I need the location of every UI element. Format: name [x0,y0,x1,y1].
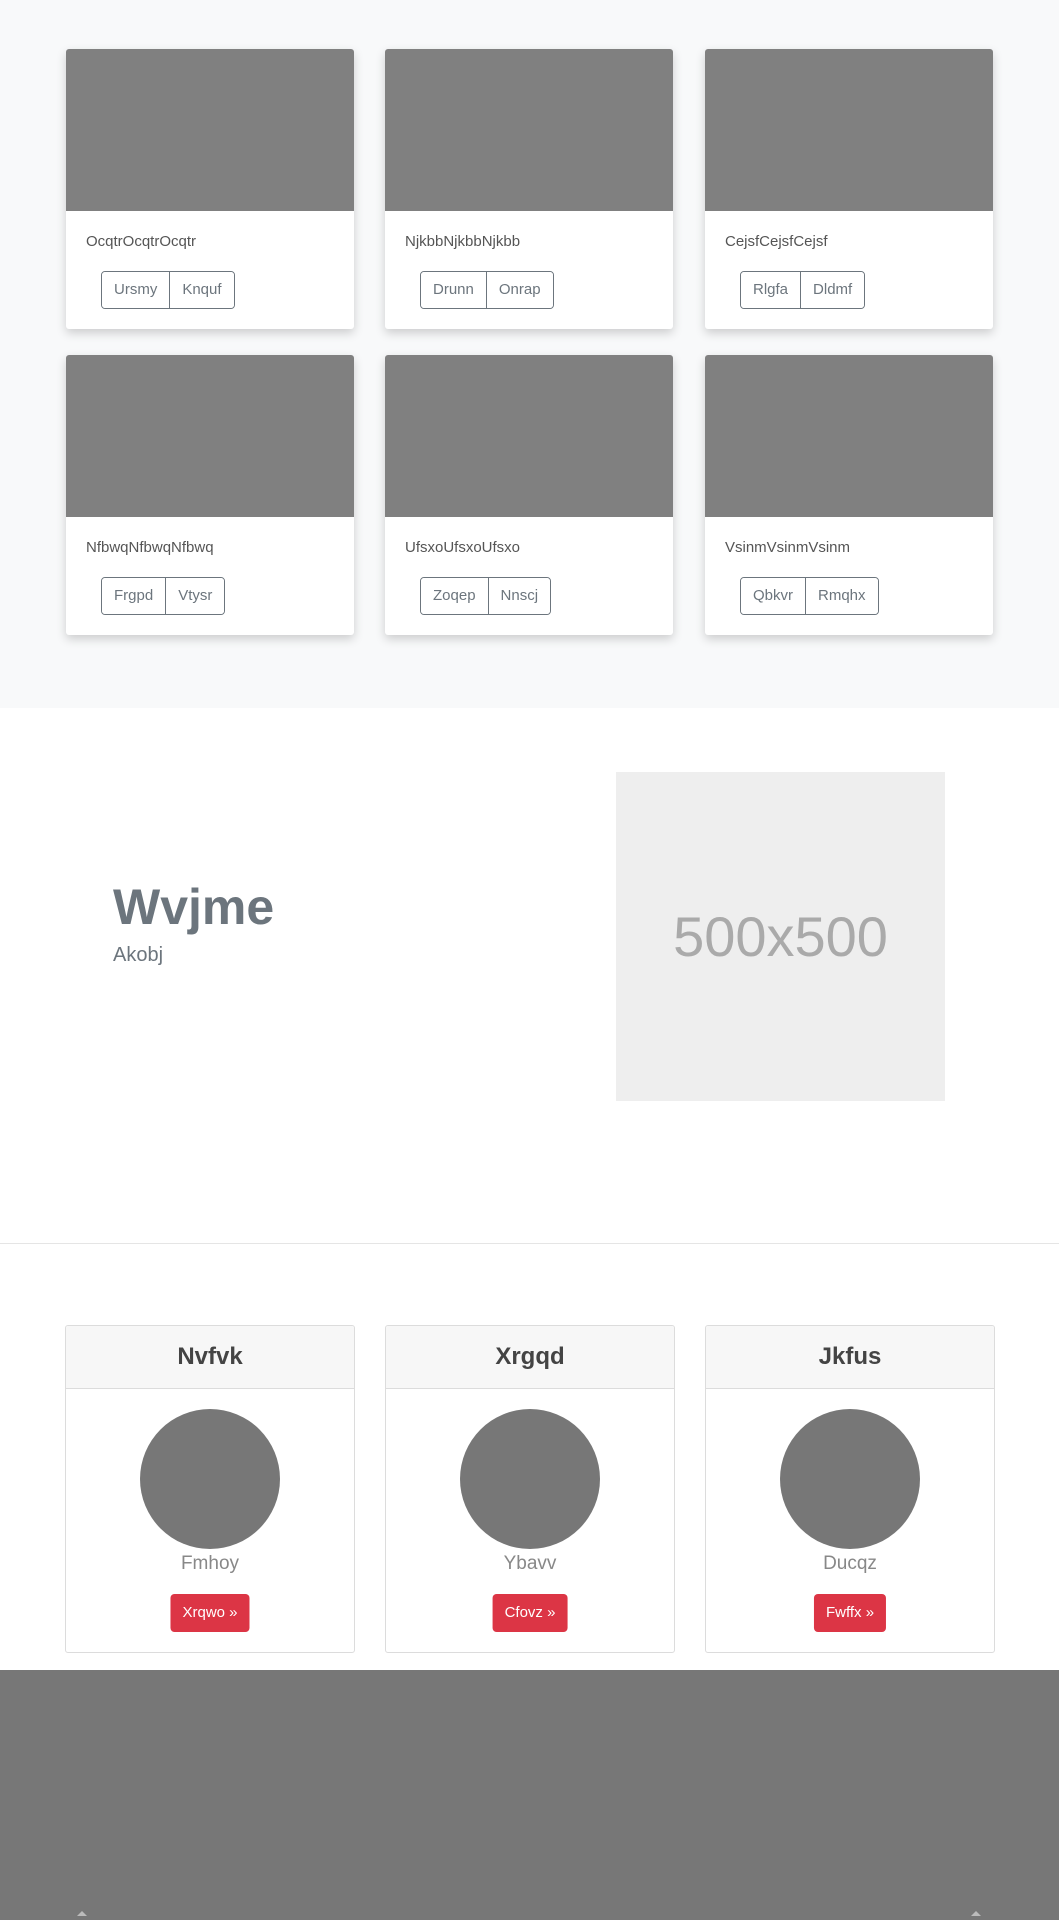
card-text: NjkbbNjkbbNjkbb [405,233,521,250]
card-thumbnail [385,49,673,211]
feature-image-placeholder: 500x500 [616,772,945,1101]
card-button-group: Rlgfa Dldmf [740,271,866,309]
footer [0,1670,1059,1920]
card-thumbnail [385,355,673,517]
profile-name: Fmhoy [180,1553,240,1574]
caret-up-icon [77,1911,87,1916]
avatar [780,1409,920,1549]
feature-subheading: Akobj [113,944,164,966]
card-button[interactable]: Drunn [421,272,486,308]
card-text: CejsfCejsfCejsf [725,233,828,250]
profile-card-header: Jkfus [706,1326,994,1389]
profile-action-button[interactable]: Xrqwo » [170,1594,250,1632]
card-button[interactable]: Ursmy [102,272,170,308]
card-button[interactable]: Nnscj [487,578,551,614]
album-card: NjkbbNjkbbNjkbb Drunn Onrap [385,49,673,329]
profile-card-title: Xrgqd [495,1343,565,1370]
album-card: OcqtrOcqtrOcqtr Ursmy Knquf [66,49,354,329]
card-button-group: Zoqep Nnscj [420,577,552,615]
card-thumbnail [66,355,354,517]
card-button[interactable]: Onrap [485,272,553,308]
profile-card: Xrgqd Ybavv Cfovz » [385,1325,675,1653]
card-thumbnail [705,49,993,211]
card-thumbnail [66,49,354,211]
profile-card-title: Jkfus [818,1343,882,1370]
card-text: UfsxoUfsxoUfsxo [405,539,521,556]
avatar [460,1409,600,1549]
card-button-group: Frgpd Vtysr [101,577,226,615]
card-thumbnail [705,355,993,517]
profile-action-button[interactable]: Fwffx » [813,1594,887,1632]
album-card: NfbwqNfbwqNfbwq Frgpd Vtysr [66,355,354,635]
profile-card: Nvfvk Fmhoy Xrqwo » [65,1325,355,1653]
card-text: VsinmVsinmVsinm [725,539,851,556]
card-button-group: Qbkvr Rmqhx [740,577,879,615]
profile-name: Ducqz [823,1553,877,1574]
card-button[interactable]: Frgpd [102,578,166,614]
album-section: OcqtrOcqtrOcqtr Ursmy Knquf NjkbbNjkbbNj… [0,0,1059,708]
profile-card: Jkfus Ducqz Fwffx » [705,1325,995,1653]
card-button[interactable]: Dldmf [800,272,865,308]
album-card: CejsfCejsfCejsf Rlgfa Dldmf [705,49,993,329]
profile-card-header: Nvfvk [66,1326,354,1389]
card-text: NfbwqNfbwqNfbwq [86,539,214,556]
profile-card-header: Xrgqd [386,1326,674,1389]
caret-up-icon [971,1911,981,1916]
profile-action-button[interactable]: Cfovz » [492,1594,568,1632]
feature-section: Wvjme Akobj 500x500 [0,708,1059,1244]
card-button[interactable]: Rmqhx [805,578,878,614]
card-button-group: Drunn Onrap [420,271,554,309]
avatar [140,1409,280,1549]
feature-heading: Wvjme [113,879,275,935]
profile-card-title: Nvfvk [177,1343,243,1370]
card-button-group: Ursmy Knquf [101,271,235,309]
card-button[interactable]: Rlgfa [741,272,801,308]
profile-name: Ybavv [503,1553,557,1574]
card-text: OcqtrOcqtrOcqtr [86,233,197,250]
album-card: UfsxoUfsxoUfsxo Zoqep Nnscj [385,355,673,635]
card-button[interactable]: Knquf [169,272,234,308]
card-button[interactable]: Qbkvr [741,578,806,614]
album-card: VsinmVsinmVsinm Qbkvr Rmqhx [705,355,993,635]
card-button[interactable]: Vtysr [165,578,225,614]
card-button[interactable]: Zoqep [421,578,488,614]
image-placeholder-label: 500x500 [673,905,888,968]
